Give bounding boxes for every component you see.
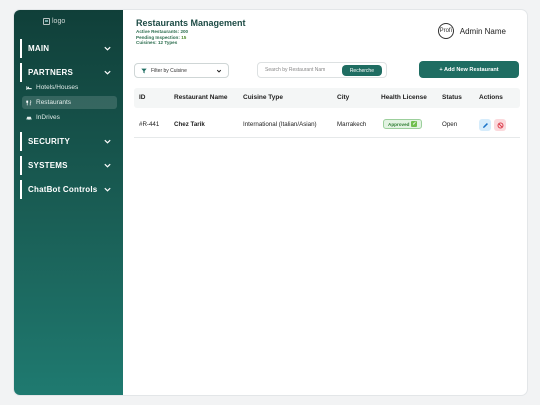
column-header-city: City <box>337 94 350 101</box>
nav-section-main[interactable]: MAIN <box>20 39 118 58</box>
stat-pending-inspection: Pending Inspection: 15 <box>136 35 186 40</box>
nav-section-label: PARTNERS <box>28 68 74 77</box>
chevron-down-icon <box>216 69 222 73</box>
nav-section-partners[interactable]: PARTNERS <box>20 63 118 82</box>
nav-section-chatbot[interactable]: ChatBot Controls <box>20 180 118 199</box>
stat-value: 200 <box>180 29 189 34</box>
nav-section-label: SECURITY <box>28 137 71 146</box>
chevron-down-icon <box>104 70 111 75</box>
car-icon <box>26 116 32 120</box>
chevron-down-icon <box>104 46 111 51</box>
chevron-down-icon <box>104 139 111 144</box>
nav-section-label: ChatBot Controls <box>28 185 98 194</box>
app-window: logo MAIN PARTNERS Hotels/Houses Restaur… <box>14 10 527 395</box>
stat-label: Pending Inspection: <box>136 34 180 40</box>
stat-value: 15 <box>181 34 187 40</box>
stat-label: Active Restaurants: <box>136 29 180 34</box>
cell-cuisine: International (Italian/Asian) <box>243 121 317 128</box>
sidebar-item-label: Hotels/Houses <box>36 84 79 91</box>
nav-section-label: SYSTEMS <box>28 161 68 170</box>
sidebar-item-label: InDrives <box>36 114 60 121</box>
broken-image-icon <box>43 18 50 25</box>
page-title: Restaurants Management <box>136 18 246 28</box>
column-header-id: ID <box>139 94 146 101</box>
search-input[interactable] <box>265 67 345 73</box>
table-row: #R-441 Chez Tarik International (Italian… <box>134 111 520 138</box>
cell-restaurant-name: Chez Tarik <box>174 121 205 128</box>
table-header: ID Restaurant Name Cuisine Type City Hea… <box>134 88 520 108</box>
main-content: Restaurants Management Active Restaurant… <box>123 10 527 395</box>
stat-cuisines: Cuisines: 12 Types <box>136 40 177 45</box>
stat-active-restaurants: Active Restaurants: 200 <box>136 29 188 34</box>
stat-label: Cuisines: <box>136 40 157 45</box>
logo-alt-text: logo <box>52 18 66 25</box>
cell-status: Open <box>442 121 458 128</box>
logo: logo <box>43 18 65 25</box>
column-header-cuisine: Cuisine Type <box>243 94 283 101</box>
sidebar-item-indrives[interactable]: InDrives <box>22 111 117 124</box>
sidebar-item-label: Restaurants <box>36 99 72 106</box>
nav-section-label: MAIN <box>28 44 50 53</box>
status-badge-license: Approved ✓ <box>383 119 423 129</box>
cell-id: #R-441 <box>139 121 160 128</box>
admin-name: Admin Name <box>459 26 506 36</box>
cuisine-filter-select[interactable]: Filter by Cuisine <box>134 63 229 78</box>
add-restaurant-button[interactable]: + Add New Restaurant <box>419 61 519 78</box>
column-header-name: Restaurant Name <box>174 94 228 101</box>
ban-icon <box>497 122 503 128</box>
column-header-actions: Actions <box>479 94 503 101</box>
check-icon: ✓ <box>411 121 418 127</box>
column-header-status: Status <box>442 94 462 101</box>
filter-icon <box>141 68 147 73</box>
nav-section-security[interactable]: SECURITY <box>20 132 118 151</box>
delete-button[interactable] <box>494 119 506 131</box>
search-box: Recherche <box>257 62 387 78</box>
bed-icon <box>26 85 32 90</box>
cell-city: Marrakech <box>337 121 367 128</box>
sidebar-item-restaurants[interactable]: Restaurants <box>22 96 117 109</box>
chevron-down-icon <box>104 163 111 168</box>
nav-section-systems[interactable]: SYSTEMS <box>20 156 118 175</box>
search-button[interactable]: Recherche <box>341 65 382 76</box>
pencil-icon <box>482 122 488 128</box>
badge-label: Approved <box>388 121 410 127</box>
avatar[interactable]: Profi <box>437 23 454 39</box>
admin-profile[interactable]: Profi Admin Name <box>437 23 506 39</box>
sidebar-item-hotels[interactable]: Hotels/Houses <box>22 81 117 94</box>
column-header-license: Health License <box>381 94 427 101</box>
stat-value: 12 Types <box>157 40 178 45</box>
sidebar: logo MAIN PARTNERS Hotels/Houses Restaur… <box>14 10 123 395</box>
chevron-down-icon <box>104 187 111 192</box>
edit-button[interactable] <box>479 119 491 131</box>
filter-label: Filter by Cuisine <box>151 67 187 74</box>
utensils-icon <box>26 99 32 105</box>
